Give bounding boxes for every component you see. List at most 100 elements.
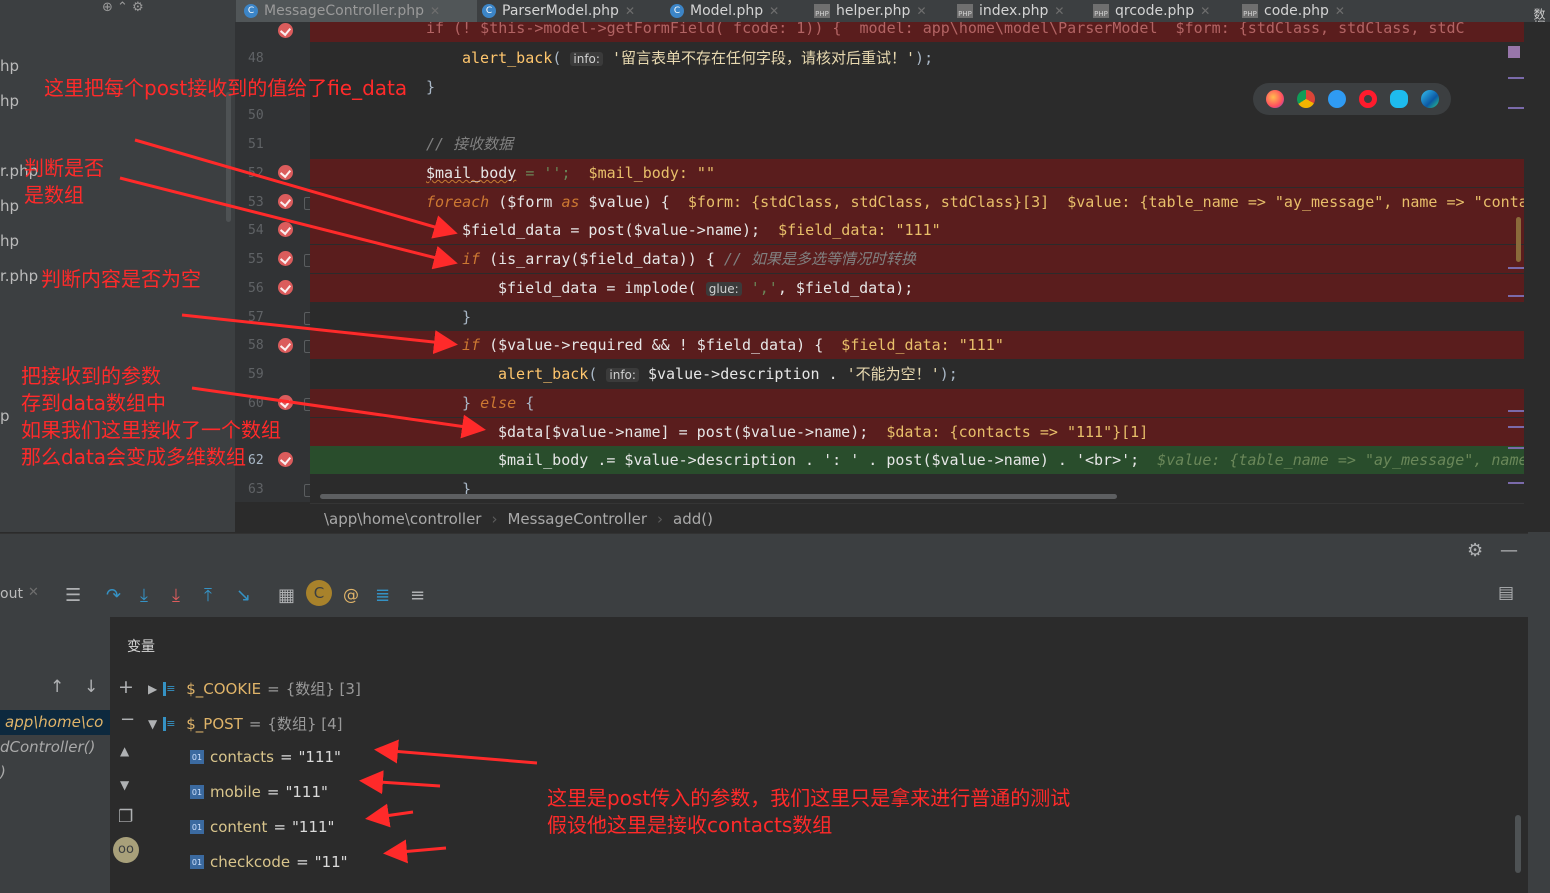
- equals-sign: =: [248, 714, 262, 733]
- string-literal: ',': [741, 279, 778, 297]
- up-arrow-icon[interactable]: ↑: [50, 677, 64, 697]
- list-numbered-icon[interactable]: ≣: [375, 585, 390, 606]
- vscroll-thumb[interactable]: [1515, 815, 1521, 873]
- triangle-down-icon[interactable]: ▼: [120, 778, 129, 792]
- post-item-contacts[interactable]: 01 contacts = "111": [190, 748, 341, 766]
- frame-item[interactable]: ): [0, 763, 6, 781]
- code-line-59: alert_back( info: $value->description . …: [498, 365, 958, 383]
- post-item-content[interactable]: 01 content = "111": [190, 818, 334, 836]
- code-line-60: } else {: [310, 389, 1524, 417]
- breadcrumb-item[interactable]: add(): [673, 510, 713, 528]
- tab-model[interactable]: C Model.php ✕: [670, 0, 779, 22]
- stripe-marker: [1508, 107, 1524, 109]
- breadcrumb-item[interactable]: \app\home\controller: [324, 510, 481, 528]
- project-item[interactable]: hp: [0, 57, 19, 75]
- string-type-icon: 01: [190, 820, 204, 834]
- chevron-down-icon[interactable]: ▼: [148, 717, 157, 731]
- project-item[interactable]: hp: [0, 232, 19, 250]
- inline-value: $form: {stdClass, stdClass, stdClass}[3]…: [669, 193, 1524, 211]
- layout-icon[interactable]: ▤: [1498, 583, 1514, 603]
- frame-item[interactable]: app\home\co: [5, 713, 110, 731]
- remove-icon[interactable]: −: [120, 709, 135, 730]
- close-icon[interactable]: ✕: [28, 585, 39, 600]
- safari-icon[interactable]: [1327, 90, 1346, 108]
- function-name: alert_back: [462, 49, 553, 67]
- code-text: , $field_data);: [777, 279, 914, 297]
- breakpoint-icon[interactable]: [278, 222, 293, 237]
- firefox-icon[interactable]: [1265, 90, 1284, 108]
- ie-icon[interactable]: [1389, 90, 1408, 108]
- tab-label: ParserModel.php: [502, 3, 619, 19]
- code-line-53: foreach ($form as $value) { $form: {stdC…: [310, 188, 1524, 216]
- debug-tab-label[interactable]: out: [0, 586, 23, 602]
- stripe-marker: [1508, 46, 1520, 58]
- at-icon[interactable]: @: [343, 585, 359, 604]
- code-line-58: if ($value->required && ! $field_data) {…: [310, 331, 1524, 359]
- breadcrumb-item[interactable]: MessageController: [507, 510, 647, 528]
- step-into-icon[interactable]: ⤓: [140, 585, 148, 606]
- equals-sign: =: [267, 679, 280, 698]
- code-text: ($value->required && ! $field_data) {: [480, 336, 824, 354]
- tab-index[interactable]: PHP index.php ✕: [957, 0, 1064, 22]
- code-line-52: $mail_body = ''; $mail_body: "": [310, 159, 1524, 187]
- breakpoint-icon[interactable]: [278, 194, 293, 209]
- close-icon[interactable]: ✕: [625, 4, 635, 18]
- post-item-mobile[interactable]: 01 mobile = "111": [190, 783, 328, 801]
- tab-parsermodel[interactable]: C ParserModel.php ✕: [482, 0, 635, 22]
- tab-messagecontroller[interactable]: C MessageController.php ✕: [236, 0, 477, 22]
- gear-icon[interactable]: ⚙: [1467, 540, 1483, 561]
- step-out-icon[interactable]: ⤒: [204, 585, 212, 606]
- panel-scrollbar[interactable]: [226, 92, 231, 222]
- minimize-icon[interactable]: —: [1500, 540, 1518, 561]
- add-icon[interactable]: +: [118, 676, 134, 698]
- project-item[interactable]: hp: [0, 92, 19, 110]
- force-step-into-icon[interactable]: ⤓: [172, 585, 180, 606]
- code-line-57: }: [310, 303, 1524, 331]
- frame-item[interactable]: dController(): [0, 738, 95, 756]
- down-arrow-icon[interactable]: ↓: [84, 677, 98, 697]
- post-item-checkcode[interactable]: 01 checkcode = "11": [190, 853, 348, 871]
- variable-row-cookie[interactable]: ▶ ≡ $_COOKIE = {数组} [3]: [148, 678, 361, 699]
- chrome-icon[interactable]: [1296, 90, 1315, 108]
- close-icon[interactable]: ✕: [769, 4, 779, 18]
- opera-icon[interactable]: [1358, 90, 1377, 108]
- variable-name: mobile: [210, 783, 261, 801]
- frames-icon[interactable]: ☰: [65, 585, 81, 606]
- close-icon[interactable]: ✕: [1200, 4, 1210, 18]
- breakpoint-icon[interactable]: [278, 280, 293, 295]
- breakpoint-icon[interactable]: [278, 338, 293, 353]
- tab-qrcode[interactable]: PHP qrcode.php ✕: [1093, 0, 1210, 22]
- breakpoint-icon[interactable]: [278, 251, 293, 266]
- variable-row-post[interactable]: ▼ ≡ $_POST = {数组} [4]: [148, 713, 343, 734]
- close-icon[interactable]: ✕: [430, 4, 440, 18]
- add-watch-icon[interactable]: ≡: [410, 585, 425, 606]
- chevron-right-icon: ›: [491, 509, 498, 528]
- close-icon[interactable]: ✕: [916, 4, 926, 18]
- breakpoint-icon[interactable]: [278, 23, 293, 38]
- tab-label: MessageController.php: [264, 3, 425, 19]
- edge-icon[interactable]: [1420, 90, 1439, 108]
- horizontal-scrollbar[interactable]: [320, 494, 1117, 499]
- project-item[interactable]: hp: [0, 197, 19, 215]
- breakpoint-icon[interactable]: [278, 165, 293, 180]
- triangle-up-icon[interactable]: ▲: [120, 744, 129, 758]
- copy-icon[interactable]: ❐: [118, 807, 133, 827]
- close-icon[interactable]: ✕: [1335, 4, 1345, 18]
- chevron-right-icon[interactable]: ▶: [148, 682, 157, 696]
- step-over-icon[interactable]: ↷: [106, 585, 121, 606]
- close-icon[interactable]: ✕: [1054, 4, 1064, 18]
- project-item[interactable]: p: [0, 407, 10, 425]
- debug-toolbar: out ✕ ▤: [0, 571, 1528, 617]
- tab-helper[interactable]: PHP helper.php ✕: [814, 0, 927, 22]
- project-item[interactable]: r.php: [0, 267, 38, 285]
- glasses-icon[interactable]: oo: [113, 837, 139, 863]
- editor-vscroll-thumb[interactable]: [1516, 217, 1521, 262]
- tab-code[interactable]: PHP code.php ✕: [1242, 0, 1345, 22]
- annotation-text: 判断内容是否为空: [41, 267, 201, 291]
- evaluate-icon[interactable]: ▦: [278, 585, 295, 606]
- variables-title: 变量: [127, 639, 155, 655]
- variable-name: checkcode: [210, 853, 291, 871]
- param-hint: glue:: [705, 282, 742, 296]
- coverage-icon[interactable]: C: [306, 580, 332, 606]
- run-to-cursor-icon[interactable]: ↘: [236, 585, 251, 606]
